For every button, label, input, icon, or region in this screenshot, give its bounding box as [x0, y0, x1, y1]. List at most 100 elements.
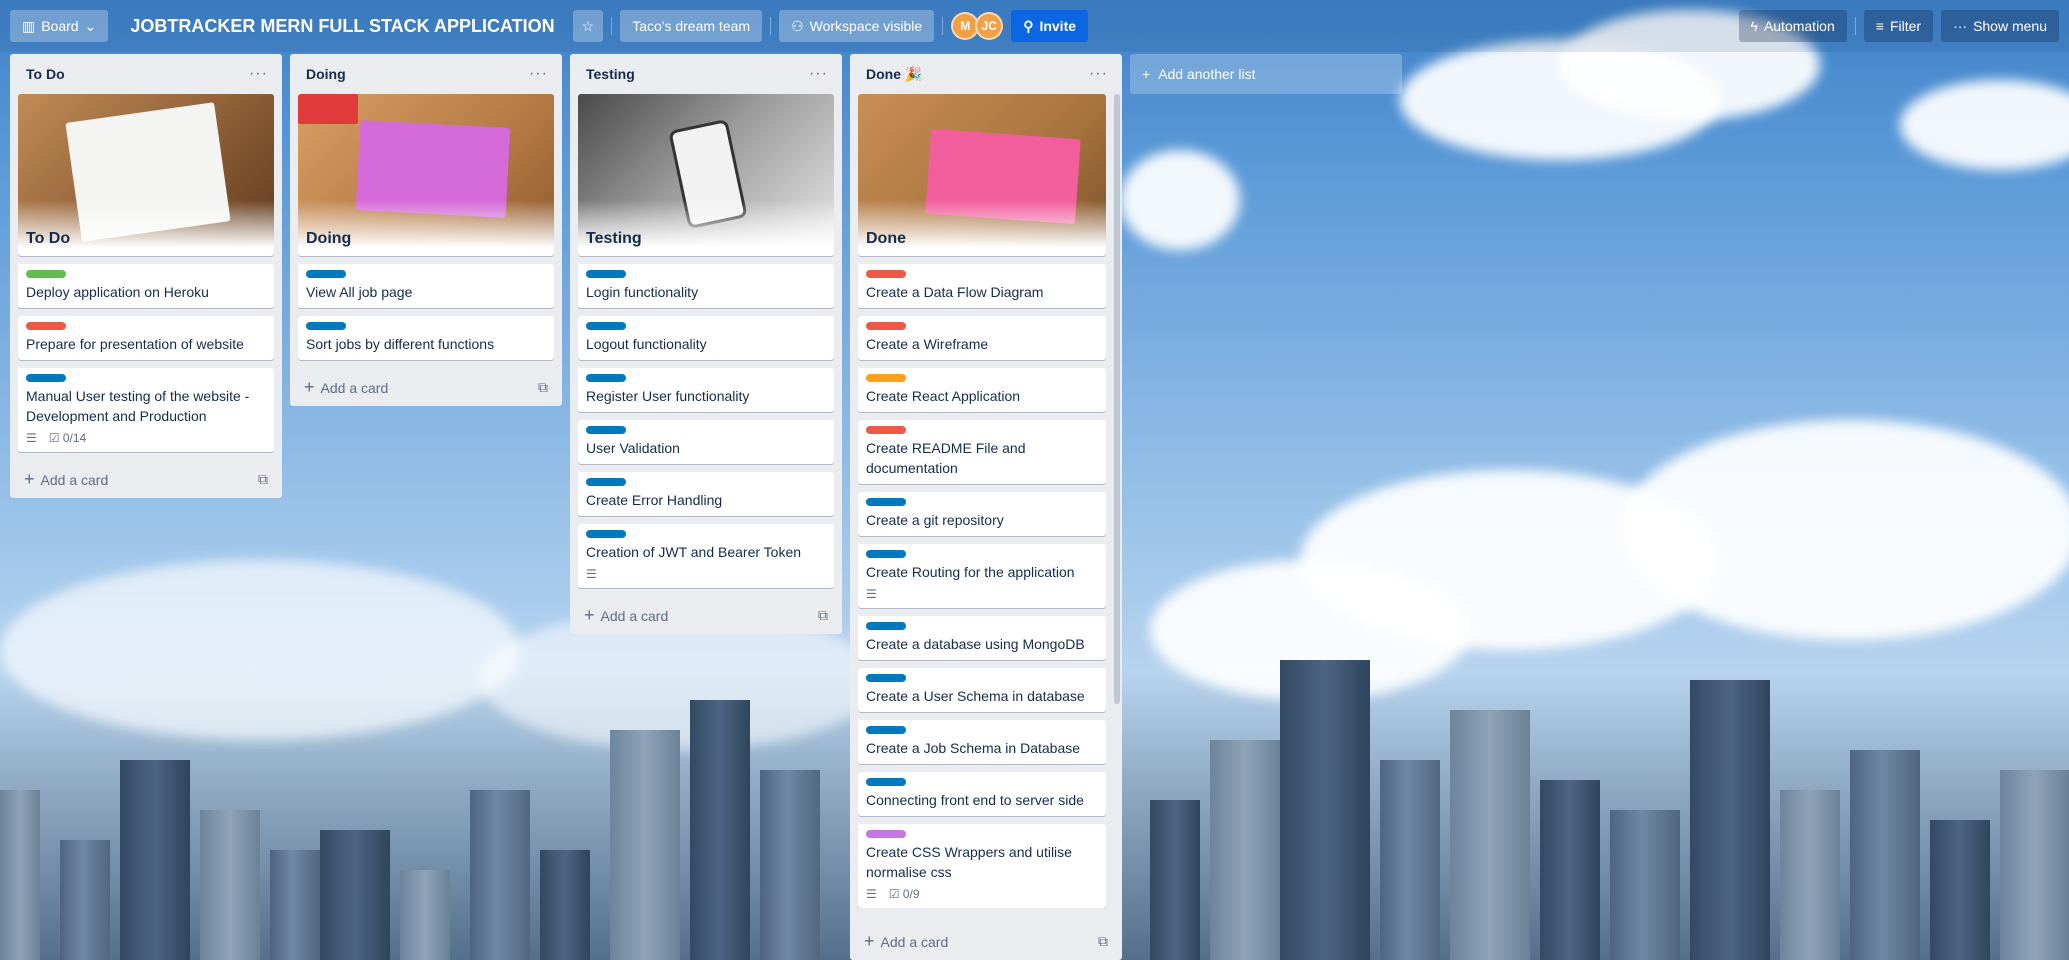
list-menu-icon[interactable]: ··· [809, 65, 828, 83]
invite-button[interactable]: ⚲ Invite [1011, 10, 1089, 42]
add-list-button[interactable]: + Add another list [1130, 54, 1402, 94]
card[interactable]: Login functionality [578, 264, 834, 308]
cover-card[interactable]: Done [858, 94, 1106, 256]
list-menu-icon[interactable]: ··· [249, 65, 268, 83]
card[interactable]: View All job page [298, 264, 554, 308]
card[interactable]: User Validation [578, 420, 834, 464]
card-label [866, 622, 906, 630]
board-view-switcher[interactable]: ▥ Board ⌄ [10, 10, 109, 42]
list-title[interactable]: Testing [586, 66, 635, 82]
list-header: To Do ··· [18, 54, 274, 94]
card-badges: ☰ ☑ 0/14 [26, 430, 266, 446]
card[interactable]: Deploy application on Heroku [18, 264, 274, 308]
card[interactable]: Create a Wireframe [858, 316, 1106, 360]
description-icon: ☰ [586, 567, 597, 581]
card[interactable]: Create a git repository [858, 492, 1106, 536]
header-divider [611, 17, 613, 35]
card-title: Connecting front end to server side [866, 792, 1084, 808]
cover-card[interactable]: Testing [578, 94, 834, 256]
card-label [306, 270, 346, 278]
card-title: Create a Data Flow Diagram [866, 284, 1044, 300]
template-icon[interactable]: ⧉ [818, 607, 828, 624]
card[interactable]: Create README File and documentation [858, 420, 1106, 484]
cloud [1900, 80, 2069, 170]
add-card-button[interactable]: + Add a card [584, 605, 668, 626]
card[interactable]: Connecting front end to server side [858, 772, 1106, 816]
star-button[interactable]: ☆ [572, 10, 604, 42]
card-label [866, 322, 906, 330]
automation-button[interactable]: ϟ Automation [1738, 10, 1847, 42]
add-card-row: + Add a card ⧉ [858, 922, 1114, 960]
card[interactable]: Create a database using MongoDB [858, 616, 1106, 660]
list-menu-icon[interactable]: ··· [529, 65, 548, 83]
board-canvas: To Do ··· To Do Deploy application on He… [10, 54, 1402, 960]
card[interactable]: Create a Job Schema in Database [858, 720, 1106, 764]
card[interactable]: Create Error Handling [578, 472, 834, 516]
template-icon[interactable]: ⧉ [258, 471, 268, 488]
add-card-button[interactable]: + Add a card [24, 469, 108, 490]
card[interactable]: Create Routing for the application ☰ [858, 544, 1106, 608]
add-list-label: Add another list [1158, 66, 1256, 82]
header-divider [770, 17, 772, 35]
card[interactable]: Manual User testing of the website - Dev… [18, 368, 274, 452]
filter-button[interactable]: ≡ Filter [1863, 10, 1934, 42]
card[interactable]: Register User functionality [578, 368, 834, 412]
list-doing: Doing ··· Doing View All job page Sort j… [290, 54, 562, 406]
show-menu-button[interactable]: ··· Show menu [1941, 10, 2059, 42]
cover-label: Done [866, 230, 906, 247]
card[interactable]: Creation of JWT and Bearer Token ☰ [578, 524, 834, 588]
description-icon: ☰ [866, 887, 877, 901]
add-card-button[interactable]: + Add a card [864, 931, 948, 952]
card[interactable]: Create a Data Flow Diagram [858, 264, 1106, 308]
add-card-label: Add a card [880, 933, 949, 950]
add-card-label: Add a card [600, 607, 669, 624]
card-title: Create React Application [866, 388, 1021, 404]
list-title[interactable]: Doing [306, 66, 346, 82]
chevron-down-icon: ⌄ [84, 17, 97, 34]
card[interactable]: Create a User Schema in database [858, 668, 1106, 712]
avatar[interactable]: JC [975, 12, 1004, 40]
list-header: Testing ··· [578, 54, 834, 94]
list-scrollbar[interactable] [1114, 94, 1120, 704]
workspace-label: Taco's dream team [632, 18, 751, 34]
card[interactable]: Logout functionality [578, 316, 834, 360]
card-label [866, 726, 906, 734]
list-menu-icon[interactable]: ··· [1089, 65, 1108, 83]
plus-icon: + [1142, 66, 1151, 82]
template-icon[interactable]: ⧉ [538, 379, 548, 396]
automation-label: Automation [1763, 18, 1835, 34]
board-view-label: Board [41, 18, 79, 34]
card-title: Deploy application on Heroku [26, 284, 209, 300]
template-icon[interactable]: ⧉ [1098, 933, 1108, 950]
add-card-label: Add a card [320, 379, 389, 396]
card-title: Create Routing for the application [866, 564, 1075, 580]
card-label [586, 322, 626, 330]
cover-card[interactable]: Doing [298, 94, 554, 256]
card-title: Login functionality [586, 284, 699, 300]
card-label [586, 530, 626, 538]
checklist-badge: ☑ 0/9 [889, 884, 920, 904]
card-title: Create a User Schema in database [866, 688, 1085, 704]
card-label [586, 270, 626, 278]
header-divider [942, 17, 944, 35]
filter-icon: ≡ [1875, 18, 1884, 34]
list-title[interactable]: Done 🎉 [866, 66, 922, 83]
card-label [26, 270, 66, 278]
card[interactable]: Create CSS Wrappers and utilise normalis… [858, 824, 1106, 908]
star-icon: ☆ [581, 17, 595, 34]
visibility-button[interactable]: ⚇ Workspace visible [779, 10, 935, 42]
card[interactable]: Create React Application [858, 368, 1106, 412]
cover-card[interactable]: To Do [18, 94, 274, 256]
card-title: View All job page [306, 284, 413, 300]
board-title[interactable]: JOBTRACKER MERN FULL STACK APPLICATION [120, 16, 564, 37]
list-title[interactable]: To Do [26, 66, 65, 82]
visibility-label: Workspace visible [809, 18, 923, 34]
card-title: Create CSS Wrappers and utilise normalis… [866, 844, 1072, 880]
card[interactable]: Sort jobs by different functions [298, 316, 554, 360]
workspace-button[interactable]: Taco's dream team [620, 10, 763, 42]
card-label [866, 778, 906, 786]
cover-label: Testing [586, 230, 642, 247]
card[interactable]: Prepare for presentation of website [18, 316, 274, 360]
checklist-badge: ☑ 0/14 [49, 428, 86, 448]
add-card-button[interactable]: + Add a card [304, 377, 388, 398]
